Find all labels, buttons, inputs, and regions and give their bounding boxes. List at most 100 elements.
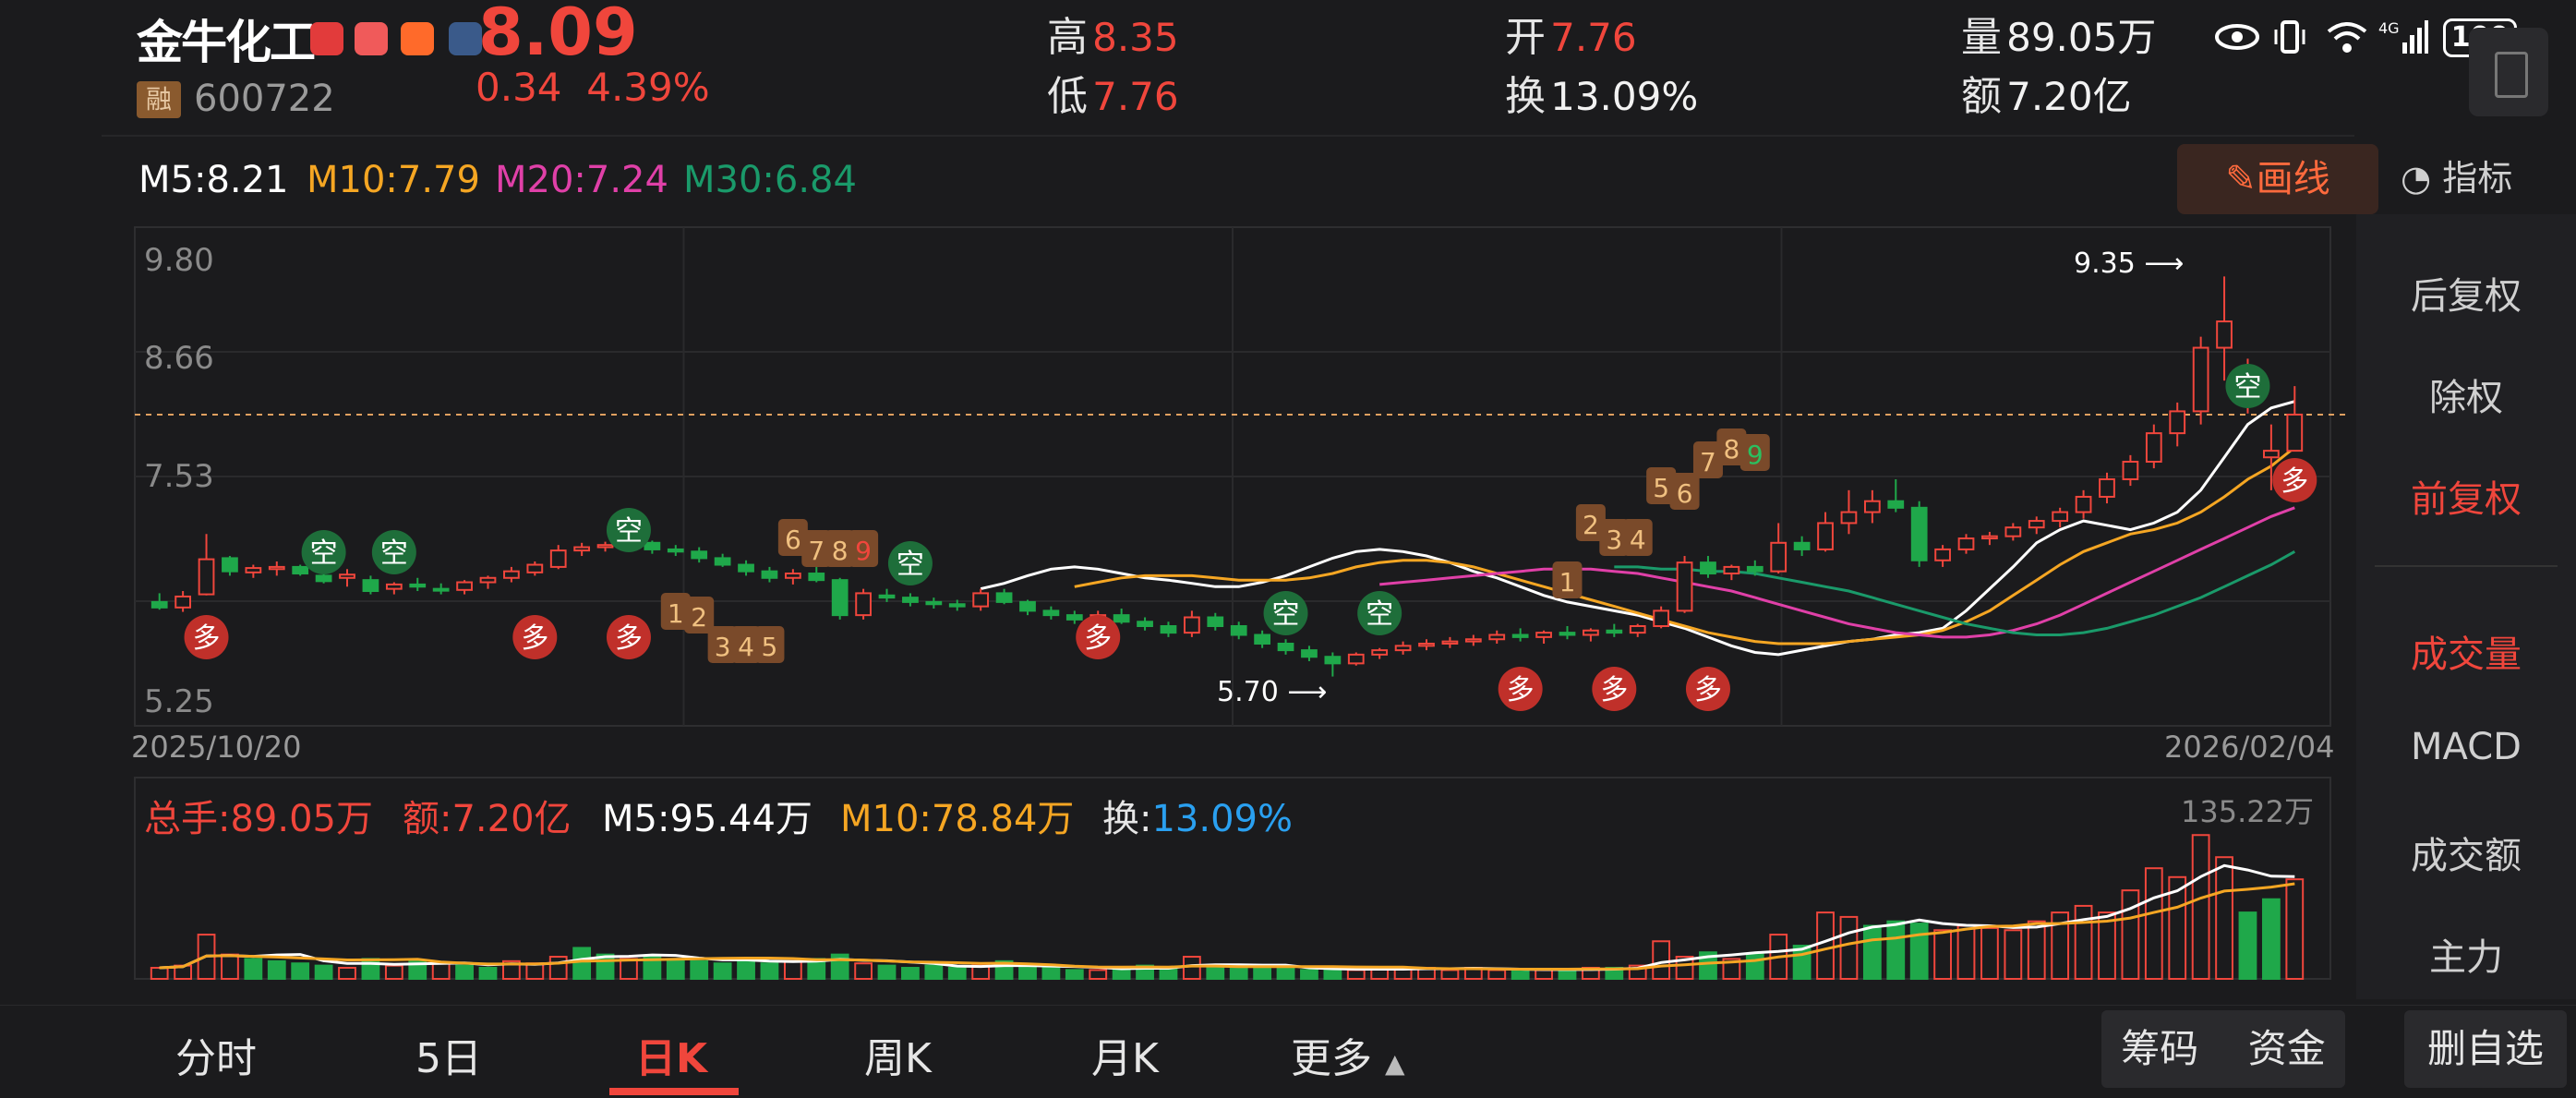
high-annotation-value: 9.35 xyxy=(2074,247,2136,280)
volume-bar xyxy=(1816,911,1835,980)
candle-body xyxy=(1160,625,1177,634)
candle-body xyxy=(175,595,191,609)
candle-body xyxy=(2192,346,2209,413)
long-signal-text: 多 xyxy=(1507,674,1535,706)
chart-grid xyxy=(134,226,2349,980)
volume-bar xyxy=(244,958,263,981)
candle-body xyxy=(1583,629,1599,636)
volume-bar xyxy=(783,959,802,981)
candle-body xyxy=(2169,410,2186,435)
volume-bar xyxy=(2261,898,2281,981)
remove-watchlist-button[interactable]: 删自选 xyxy=(2404,1010,2567,1088)
candle-body xyxy=(1957,537,1975,550)
candle-body xyxy=(2145,432,2162,463)
tab-intraday[interactable]: 分时 xyxy=(175,1025,257,1084)
volume-bar xyxy=(620,958,638,981)
short-signal-text: 空 xyxy=(897,549,924,581)
candle-body xyxy=(972,592,990,608)
short-signal-text: 空 xyxy=(1272,598,1300,631)
count-tag-text: 3 xyxy=(1606,525,1622,555)
count-tag-text: 4 xyxy=(738,632,754,662)
candle-body xyxy=(1137,621,1153,627)
candle-body xyxy=(432,587,450,592)
ma-line-m30 xyxy=(1614,549,2296,636)
volume-bar xyxy=(666,958,685,981)
y-tick-label: 7.53 xyxy=(144,458,214,495)
candle-body xyxy=(1371,649,1389,656)
count-tag-text: 5 xyxy=(762,632,778,662)
vol-ma5: M5:95.44万 xyxy=(602,798,813,840)
volume-bar xyxy=(338,967,356,981)
count-tag: 4 xyxy=(1622,519,1653,556)
tab-more-label: 更多 xyxy=(1291,1035,1372,1082)
vol-turnover-label: 换: xyxy=(1102,798,1152,840)
tab-monthly-k[interactable]: 月K xyxy=(1091,1025,1159,1084)
volume-bar xyxy=(1089,969,1108,981)
count-tag: 9 xyxy=(1739,434,1770,471)
volume-bar xyxy=(431,962,451,980)
volume-bar xyxy=(478,967,498,981)
high-annotation: 9.35 ⟶ xyxy=(2074,247,2184,280)
volume-bar xyxy=(924,964,944,980)
candle-body xyxy=(1019,600,1036,612)
vol-max-label: 135.22万 xyxy=(2181,794,2314,829)
chips-button[interactable]: 筹码 xyxy=(2121,1026,2198,1071)
volume-bar xyxy=(2027,920,2046,981)
short-signal: 空 xyxy=(2225,364,2270,408)
volume-bar xyxy=(1323,969,1342,981)
candle-body xyxy=(596,544,614,549)
volume-bar xyxy=(2191,834,2210,980)
y-tick-label: 5.25 xyxy=(144,683,214,720)
candle-body xyxy=(1324,656,1342,665)
volume-bar xyxy=(2144,867,2163,981)
long-signal: 多 xyxy=(1498,667,1543,711)
tab-weekly-k[interactable]: 周K xyxy=(864,1025,932,1084)
long-signal: 多 xyxy=(512,615,558,659)
long-signal-text: 多 xyxy=(2281,465,2308,498)
volume-bar xyxy=(361,958,380,981)
candle-body xyxy=(1042,609,1060,617)
candle-body xyxy=(292,565,309,575)
tab-daily-k[interactable]: 日K xyxy=(635,1025,707,1084)
candle-body xyxy=(1230,625,1247,636)
funds-button[interactable]: 资金 xyxy=(2248,1026,2326,1071)
short-signal-text: 空 xyxy=(615,515,643,548)
long-signal: 多 xyxy=(1685,667,1730,711)
candle-body xyxy=(456,581,473,591)
volume-bar xyxy=(1745,953,1764,980)
candle-body xyxy=(222,557,238,573)
volume-bar xyxy=(2004,929,2023,980)
long-signal-text: 多 xyxy=(521,622,548,655)
volume-bar xyxy=(525,962,545,980)
volume-bar xyxy=(713,962,732,980)
candle-body xyxy=(150,600,168,609)
long-signal-text: 多 xyxy=(1084,622,1112,655)
kline-chart[interactable]: 多多多多多多多多空 空空空空 空空1 23 4 56 7 8 912 3 45 67 8 9 xyxy=(0,0,2576,1097)
candle-body xyxy=(1277,642,1294,652)
volume-bar xyxy=(267,959,286,981)
candle-body xyxy=(925,600,943,606)
candle-body xyxy=(2122,460,2139,480)
candle-body xyxy=(1559,632,1576,636)
count-tag: 9 xyxy=(849,530,879,567)
candle-body xyxy=(409,583,427,588)
volume-bar xyxy=(1909,923,1929,980)
volume-bar xyxy=(1862,924,1882,980)
candle-body xyxy=(1464,638,1482,643)
long-signal: 多 xyxy=(1076,615,1121,659)
candle-body xyxy=(1301,649,1318,658)
volume-bar xyxy=(1511,969,1530,981)
candle-body xyxy=(878,594,896,599)
candle-body xyxy=(549,549,567,568)
volume-bar xyxy=(1980,926,1999,981)
candle-body xyxy=(1910,506,1928,561)
volume-bar xyxy=(737,958,755,981)
volume-bar xyxy=(1933,929,1952,980)
tab-5day[interactable]: 5日 xyxy=(415,1025,482,1084)
volume-bar xyxy=(548,956,568,981)
candle-body xyxy=(2263,450,2280,459)
low-annotation-value: 5.70 xyxy=(1217,676,1279,708)
vol-amount: 额:7.20亿 xyxy=(403,798,572,840)
tab-more[interactable]: 更多 ▲ xyxy=(1291,1025,1405,1084)
volume-bar xyxy=(2215,856,2233,981)
